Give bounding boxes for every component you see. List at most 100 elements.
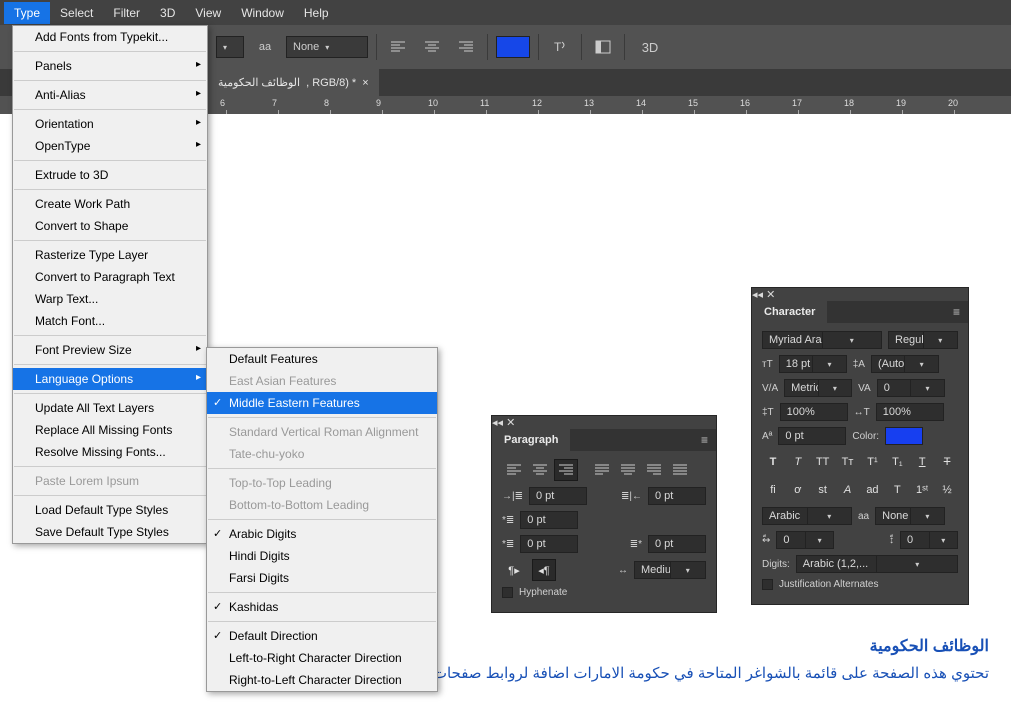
menu-item[interactable]: Match Font... — [13, 310, 207, 332]
menu-select[interactable]: Select — [50, 2, 103, 24]
para-justify-last-left[interactable] — [590, 459, 614, 481]
stylistic-st-icon[interactable]: st — [812, 479, 834, 501]
superscript-icon[interactable]: T¹ — [862, 451, 884, 473]
submenu-item[interactable]: Right-to-Left Character Direction — [207, 669, 437, 691]
menu-item[interactable]: Replace All Missing Fonts — [13, 419, 207, 441]
aa-select[interactable]: None▾ — [875, 507, 945, 525]
menu-item[interactable]: Extrude to 3D — [13, 164, 207, 186]
close-icon[interactable]: × — [362, 77, 368, 89]
titling-ad-icon[interactable]: ad — [862, 479, 884, 501]
character-tab[interactable]: Character — [752, 301, 827, 323]
first-line-indent-input[interactable]: 0 pt — [520, 511, 578, 529]
warp-text-icon[interactable]: T — [547, 34, 573, 60]
submenu-item[interactable]: Arabic Digits — [207, 523, 437, 545]
align-left-icon[interactable] — [385, 34, 411, 60]
threeD-icon[interactable]: 3D — [633, 34, 667, 60]
kerning-select[interactable]: Metrics▾ — [784, 379, 852, 397]
font-size-input[interactable]: 18 pt▾ — [779, 355, 847, 373]
para-dir-rtl[interactable]: ◂¶ — [532, 559, 556, 581]
text-color-swatch[interactable] — [496, 36, 530, 58]
digits-select[interactable]: Arabic (1,2,...▾ — [796, 555, 958, 573]
swash-icon[interactable]: A — [837, 479, 859, 501]
menu-item[interactable]: Panels — [13, 55, 207, 77]
language-select[interactable]: Arabic▾ — [762, 507, 852, 525]
submenu-item[interactable]: Left-to-Right Character Direction — [207, 647, 437, 669]
para-justify-all[interactable] — [668, 459, 692, 481]
hyphenate-checkbox[interactable] — [502, 587, 513, 598]
menu-item[interactable]: Language Options — [13, 368, 207, 390]
para-align-right[interactable] — [554, 459, 578, 481]
menu-item[interactable]: Convert to Paragraph Text — [13, 266, 207, 288]
font-size-select[interactable]: ▾ — [216, 36, 244, 58]
smallcaps-icon[interactable]: Tᴛ — [837, 451, 859, 473]
ordinal-1st-icon[interactable]: 1ˢᵗ — [911, 479, 933, 501]
menu-item[interactable]: Save Default Type Styles — [13, 521, 207, 543]
para-align-center[interactable] — [528, 459, 552, 481]
kashida-select[interactable]: Medium▾ — [634, 561, 706, 579]
submenu-item[interactable]: East Asian Features — [207, 370, 437, 392]
panel-toggle-icon[interactable] — [590, 34, 616, 60]
underline-icon[interactable]: T — [911, 451, 933, 473]
menu-item[interactable]: Rasterize Type Layer — [13, 244, 207, 266]
justification-alternates-checkbox[interactable] — [762, 579, 773, 590]
font-family-select[interactable]: Myriad Arabic▾ — [762, 331, 882, 349]
menu-item[interactable]: Resolve Missing Fonts... — [13, 441, 207, 463]
bold-icon[interactable]: T — [762, 451, 784, 473]
submenu-item[interactable]: Default Direction — [207, 625, 437, 647]
menu-item[interactable]: Orientation — [13, 113, 207, 135]
para-dir-ltr[interactable]: ¶▸ — [502, 559, 526, 581]
menu-item[interactable]: Warp Text... — [13, 288, 207, 310]
ligature-fi-icon[interactable]: fi — [762, 479, 784, 501]
collapse-icon[interactable]: ◂◂ — [752, 289, 763, 301]
diacritic-x-input[interactable]: 0▾ — [776, 531, 834, 549]
antialias-select[interactable]: None▾ — [286, 36, 368, 58]
document-tab[interactable]: الوظائف الحكومية , RGB/8) * × — [208, 69, 379, 96]
submenu-item[interactable]: Tate-chu-yoko — [207, 443, 437, 465]
align-center-icon[interactable] — [419, 34, 445, 60]
strikethrough-icon[interactable]: T — [936, 451, 958, 473]
collapse-icon[interactable]: ◂◂ — [492, 417, 503, 429]
align-right-icon[interactable] — [453, 34, 479, 60]
diacritic-y-input[interactable]: 0▾ — [900, 531, 958, 549]
menu-item[interactable]: Create Work Path — [13, 193, 207, 215]
submenu-item[interactable]: Kashidas — [207, 596, 437, 618]
submenu-item[interactable]: Farsi Digits — [207, 567, 437, 589]
space-after-input[interactable]: 0 pt — [648, 535, 706, 553]
vscale-input[interactable]: 100% — [780, 403, 848, 421]
tracking-input[interactable]: 0▾ — [877, 379, 945, 397]
para-align-left[interactable] — [502, 459, 526, 481]
menu-type[interactable]: Type — [4, 2, 50, 24]
menu-filter[interactable]: Filter — [103, 2, 150, 24]
indent-left-input[interactable]: 0 pt — [529, 487, 587, 505]
italic-icon[interactable]: T — [787, 451, 809, 473]
panel-menu-icon[interactable]: ≡ — [701, 433, 708, 447]
menu-item[interactable]: Update All Text Layers — [13, 397, 207, 419]
ordinals-icon[interactable]: T — [886, 479, 908, 501]
menu-window[interactable]: Window — [231, 2, 294, 24]
leading-input[interactable]: (Auto)▾ — [871, 355, 939, 373]
menu-3d[interactable]: 3D — [150, 2, 185, 24]
space-before-input[interactable]: 0 pt — [520, 535, 578, 553]
menu-help[interactable]: Help — [294, 2, 339, 24]
subscript-icon[interactable]: T₁ — [886, 451, 908, 473]
paragraph-tab[interactable]: Paragraph — [492, 429, 570, 451]
menu-item[interactable]: Anti-Alias — [13, 84, 207, 106]
fractions-icon[interactable]: ½ — [936, 479, 958, 501]
para-justify-last-right[interactable] — [642, 459, 666, 481]
menu-item[interactable]: Load Default Type Styles — [13, 499, 207, 521]
baseline-shift-input[interactable]: 0 pt — [778, 427, 846, 445]
panel-close-icon[interactable]: ✕ — [766, 289, 775, 301]
menu-item[interactable]: Font Preview Size — [13, 339, 207, 361]
submenu-item[interactable]: Top-to-Top Leading — [207, 472, 437, 494]
menu-view[interactable]: View — [185, 2, 231, 24]
submenu-item[interactable]: Default Features — [207, 348, 437, 370]
submenu-item[interactable]: Standard Vertical Roman Alignment — [207, 421, 437, 443]
menu-item[interactable]: Add Fonts from Typekit... — [13, 26, 207, 48]
submenu-item[interactable]: Bottom-to-Bottom Leading — [207, 494, 437, 516]
submenu-item[interactable]: Middle Eastern Features — [207, 392, 437, 414]
allcaps-icon[interactable]: TT — [812, 451, 834, 473]
panel-close-icon[interactable]: ✕ — [506, 417, 515, 429]
hscale-input[interactable]: 100% — [876, 403, 944, 421]
menu-item[interactable]: Paste Lorem Ipsum — [13, 470, 207, 492]
ligature-o-icon[interactable]: ơ — [787, 479, 809, 501]
